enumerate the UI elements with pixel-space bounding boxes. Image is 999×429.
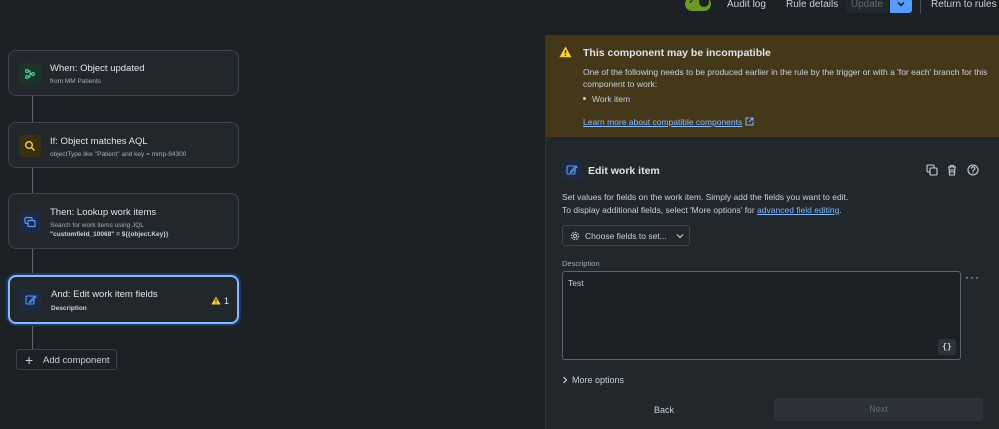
edit-work-item-icon-box — [562, 160, 582, 180]
plus-icon: + — [25, 352, 34, 368]
warning-count: 1 — [223, 296, 229, 306]
condition-icon-box — [19, 135, 41, 157]
toggle-knob — [699, 0, 709, 7]
top-bar: ✓ Audit log Rule details Update Return t… — [0, 0, 999, 14]
duplicate-icon[interactable] — [926, 164, 938, 176]
flow-node-edit[interactable]: And: Edit work item fields Description 1 — [8, 275, 239, 324]
flow-node-lookup[interactable]: Then: Lookup work items Search for work … — [8, 193, 239, 249]
warning-icon — [559, 46, 572, 58]
return-to-rules-link[interactable]: Return to rules — [931, 0, 997, 10]
description-value: Test — [568, 278, 584, 288]
rule-details-link[interactable]: Rule details — [786, 0, 838, 10]
node-subtitle: from MM Patients — [50, 78, 101, 85]
node-subtitle: Description — [51, 305, 87, 312]
chevron-down-icon — [897, 1, 905, 7]
lookup-icon-box — [19, 211, 41, 233]
edit-icon — [566, 165, 578, 175]
warning-bullet: Work item — [583, 94, 630, 104]
search-icon — [25, 141, 36, 152]
warning-icon — [211, 296, 222, 305]
gear-icon — [570, 231, 580, 241]
flow-node-condition[interactable]: If: Object matches AQL objectType like "… — [8, 122, 239, 168]
delete-icon[interactable] — [946, 164, 958, 176]
chevron-down-icon — [676, 234, 684, 239]
add-component-button[interactable]: + Add component — [16, 349, 117, 370]
warning-badge: 1 — [211, 296, 229, 306]
node-subtitle: Search for work items using JQL — [50, 222, 144, 229]
more-actions-icon[interactable]: ··· — [965, 271, 980, 283]
audit-log-link[interactable]: Audit log — [727, 0, 766, 10]
description-textarea[interactable]: Test {} — [562, 271, 961, 360]
component-config-panel: This component may be incompatible One o… — [545, 35, 999, 429]
panel-description: Set values for fields on the work item. … — [562, 192, 849, 215]
warning-title: This component may be incompatible — [583, 47, 771, 59]
branch-icon — [24, 68, 36, 80]
node-title: When: Object updated — [50, 63, 145, 74]
node-title: Then: Lookup work items — [50, 207, 157, 218]
advanced-field-editing-link[interactable]: advanced field editing — [757, 205, 839, 215]
flow-node-trigger[interactable]: When: Object updated from MM Patients — [8, 50, 239, 96]
trigger-icon-box — [19, 63, 41, 85]
divider — [920, 0, 921, 14]
panel-title: Edit work item — [588, 165, 660, 177]
edit-icon-box — [20, 289, 42, 311]
description-field-label: Description — [562, 259, 600, 268]
help-icon[interactable] — [967, 164, 979, 176]
choose-fields-dropdown[interactable]: Choose fields to set... — [562, 225, 690, 246]
check-icon: ✓ — [688, 0, 697, 7]
chevron-right-icon — [563, 376, 568, 384]
node-title: And: Edit work item fields — [51, 289, 158, 300]
update-options-button[interactable] — [890, 0, 912, 13]
external-link-icon — [745, 117, 754, 126]
lookup-icon — [24, 216, 36, 228]
learn-more-link[interactable]: Learn more about compatible components — [583, 117, 754, 127]
node-subtitle: objectType like "Patient" and key = mmp-… — [50, 151, 187, 158]
choose-fields-label: Choose fields to set... — [585, 231, 667, 241]
next-button[interactable]: Next — [774, 398, 983, 421]
add-component-label: Add component — [43, 355, 110, 366]
more-options-toggle[interactable]: More options — [562, 375, 624, 385]
node-title: If: Object matches AQL — [50, 136, 148, 147]
update-button[interactable]: Update — [846, 0, 888, 13]
back-button[interactable]: Back — [654, 405, 674, 415]
smart-value-button[interactable]: {} — [938, 339, 956, 355]
rule-enabled-toggle[interactable]: ✓ — [685, 0, 711, 11]
node-jql: "customfield_10068" = ${{object.Key}} — [50, 231, 169, 238]
edit-icon — [25, 295, 37, 305]
warning-description: One of the following needs to be produce… — [583, 67, 988, 89]
incompatible-warning: This component may be incompatible One o… — [546, 35, 999, 137]
